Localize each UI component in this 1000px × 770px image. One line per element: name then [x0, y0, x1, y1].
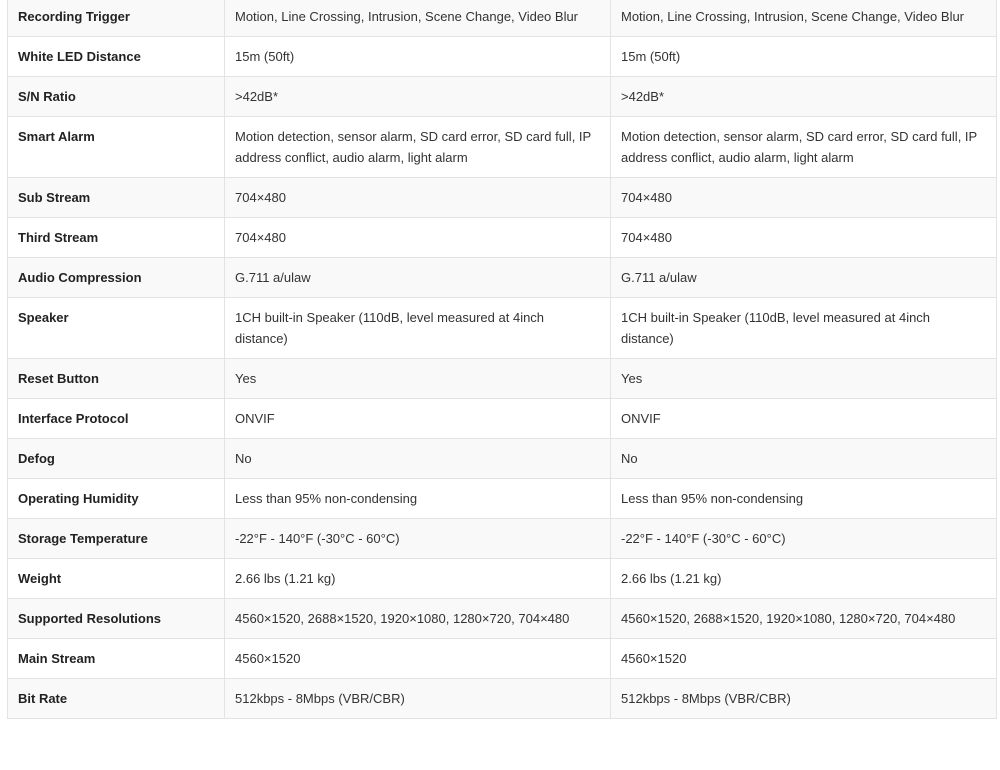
spec-value-a: 1CH built-in Speaker (110dB, level measu… [224, 297, 611, 359]
table-row: Interface Protocol ONVIF ONVIF [7, 398, 997, 439]
table-row: Smart Alarm Motion detection, sensor ala… [7, 116, 997, 178]
spec-label: Speaker [7, 297, 225, 359]
spec-value-b: Less than 95% non-condensing [610, 478, 997, 519]
spec-value-b: >42dB* [610, 76, 997, 117]
spec-label: Interface Protocol [7, 398, 225, 439]
spec-value-a: G.711 a/ulaw [224, 257, 611, 298]
spec-value-b: 1CH built-in Speaker (110dB, level measu… [610, 297, 997, 359]
spec-value-b: Yes [610, 358, 997, 399]
spec-label: White LED Distance [7, 36, 225, 77]
spec-label: S/N Ratio [7, 76, 225, 117]
spec-label: Main Stream [7, 638, 225, 679]
spec-value-b: 2.66 lbs (1.21 kg) [610, 558, 997, 599]
table-row: Operating Humidity Less than 95% non-con… [7, 478, 997, 519]
spec-value-b: 4560×1520 [610, 638, 997, 679]
spec-label: Recording Trigger [7, 0, 225, 37]
spec-value-a: 2.66 lbs (1.21 kg) [224, 558, 611, 599]
table-row: White LED Distance 15m (50ft) 15m (50ft) [7, 36, 997, 77]
spec-value-a: 704×480 [224, 177, 611, 218]
spec-label: Defog [7, 438, 225, 479]
spec-value-a: Less than 95% non-condensing [224, 478, 611, 519]
spec-value-a: 15m (50ft) [224, 36, 611, 77]
table-row: Defog No No [7, 438, 997, 479]
specs-table-body: Recording Trigger Motion, Line Crossing,… [7, 0, 997, 719]
spec-value-a: -22°F - 140°F (-30°C - 60°C) [224, 518, 611, 559]
table-row: Supported Resolutions 4560×1520, 2688×15… [7, 598, 997, 639]
table-row: Bit Rate 512kbps - 8Mbps (VBR/CBR) 512kb… [7, 678, 997, 719]
table-row: Sub Stream 704×480 704×480 [7, 177, 997, 218]
table-row: Main Stream 4560×1520 4560×1520 [7, 638, 997, 679]
spec-label: Supported Resolutions [7, 598, 225, 639]
spec-label: Storage Temperature [7, 518, 225, 559]
spec-label: Sub Stream [7, 177, 225, 218]
table-row: Third Stream 704×480 704×480 [7, 217, 997, 258]
spec-value-a: 4560×1520, 2688×1520, 1920×1080, 1280×72… [224, 598, 611, 639]
spec-label: Weight [7, 558, 225, 599]
specs-table: Recording Trigger Motion, Line Crossing,… [7, 0, 997, 719]
spec-value-b: ONVIF [610, 398, 997, 439]
spec-value-a: >42dB* [224, 76, 611, 117]
spec-value-b: G.711 a/ulaw [610, 257, 997, 298]
spec-value-b: 512kbps - 8Mbps (VBR/CBR) [610, 678, 997, 719]
spec-value-b: Motion, Line Crossing, Intrusion, Scene … [610, 0, 997, 37]
spec-value-b: 704×480 [610, 177, 997, 218]
table-row: Reset Button Yes Yes [7, 358, 997, 399]
spec-label: Reset Button [7, 358, 225, 399]
spec-label: Audio Compression [7, 257, 225, 298]
spec-value-b: Motion detection, sensor alarm, SD card … [610, 116, 997, 178]
table-row: Audio Compression G.711 a/ulaw G.711 a/u… [7, 257, 997, 298]
spec-label: Smart Alarm [7, 116, 225, 178]
spec-label: Bit Rate [7, 678, 225, 719]
spec-label: Operating Humidity [7, 478, 225, 519]
spec-value-b: -22°F - 140°F (-30°C - 60°C) [610, 518, 997, 559]
spec-value-a: 512kbps - 8Mbps (VBR/CBR) [224, 678, 611, 719]
table-row: S/N Ratio >42dB* >42dB* [7, 76, 997, 117]
table-row: Speaker 1CH built-in Speaker (110dB, lev… [7, 297, 997, 359]
spec-value-a: ONVIF [224, 398, 611, 439]
spec-value-b: 4560×1520, 2688×1520, 1920×1080, 1280×72… [610, 598, 997, 639]
spec-value-a: No [224, 438, 611, 479]
spec-value-a: 4560×1520 [224, 638, 611, 679]
table-row: Weight 2.66 lbs (1.21 kg) 2.66 lbs (1.21… [7, 558, 997, 599]
table-row: Storage Temperature -22°F - 140°F (-30°C… [7, 518, 997, 559]
spec-label: Third Stream [7, 217, 225, 258]
spec-value-b: 15m (50ft) [610, 36, 997, 77]
spec-value-b: 704×480 [610, 217, 997, 258]
spec-value-a: Yes [224, 358, 611, 399]
spec-value-a: 704×480 [224, 217, 611, 258]
spec-value-a: Motion, Line Crossing, Intrusion, Scene … [224, 0, 611, 37]
spec-value-a: Motion detection, sensor alarm, SD card … [224, 116, 611, 178]
table-row: Recording Trigger Motion, Line Crossing,… [7, 0, 997, 37]
spec-value-b: No [610, 438, 997, 479]
